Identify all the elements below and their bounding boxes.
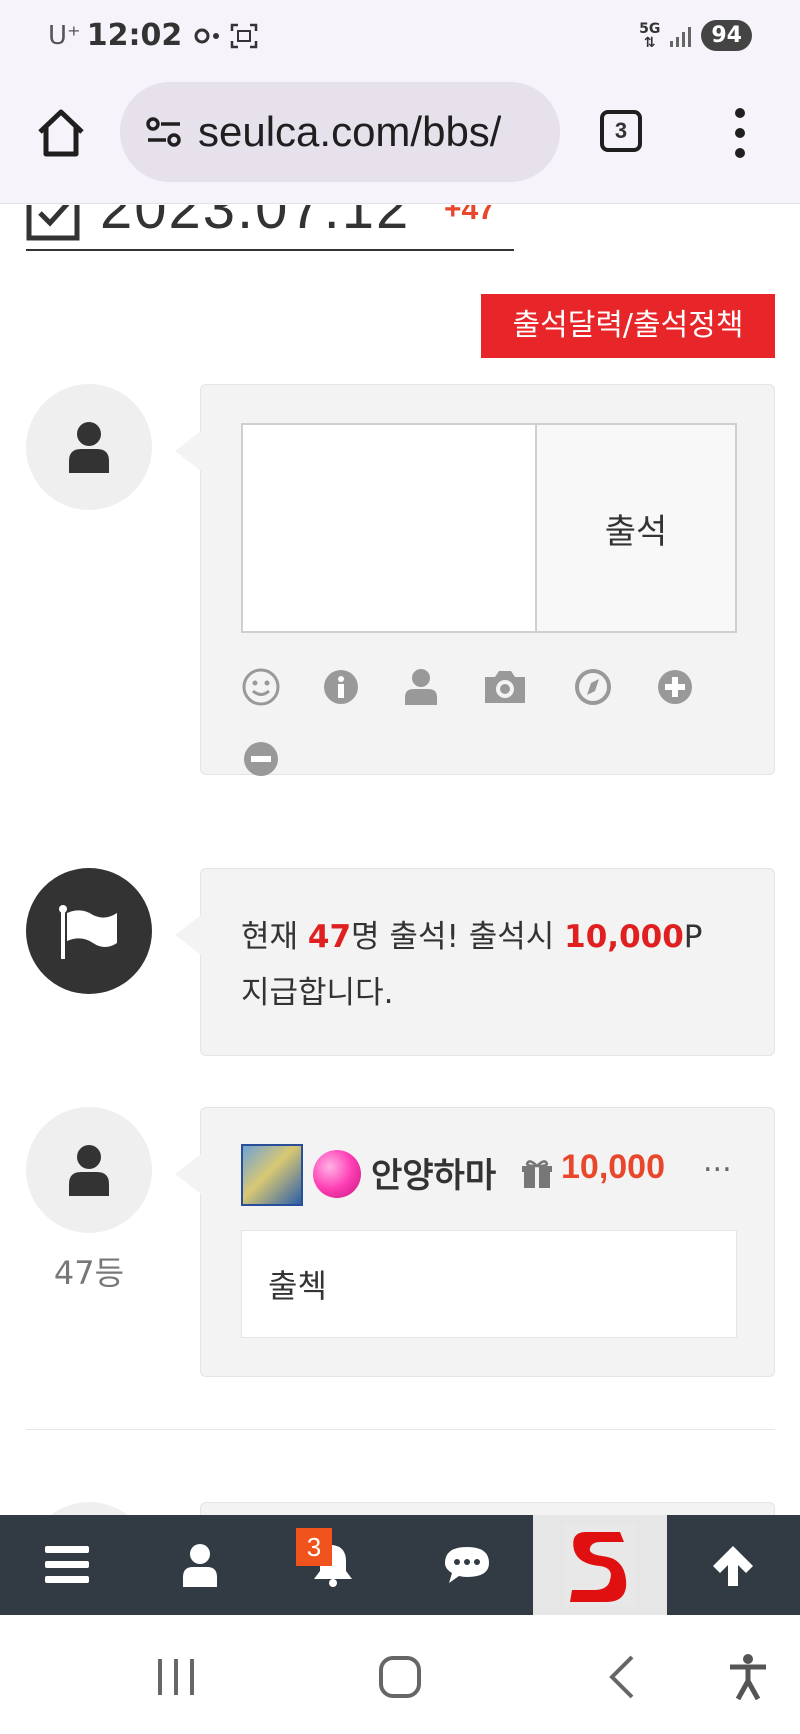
status-left: U⁺ 12:02 [48, 18, 258, 53]
checkbox-icon [26, 205, 80, 241]
user-icon [182, 1544, 217, 1587]
minus-circle-icon[interactable] [241, 739, 281, 779]
bottom-nav [0, 1515, 800, 1615]
compose-box: 출석 [241, 423, 737, 633]
notice-count: 47 [307, 919, 352, 955]
gift-icon [522, 1160, 552, 1188]
back-icon[interactable] [600, 1653, 648, 1701]
user-icon [69, 422, 109, 473]
tab-switcher-button[interactable]: 3 [600, 110, 642, 152]
url-text: seulca.com/bbs/ [198, 108, 502, 155]
flag-icon [59, 905, 117, 959]
recents-icon[interactable] [152, 1653, 200, 1701]
status-right: 5G ⇅ 94 [639, 20, 752, 51]
level-icon [313, 1150, 361, 1198]
clock: 12:02 [86, 18, 183, 53]
notice-text: 현재 47명 출석! 출석시 10,000P 지급합니다. [241, 909, 751, 1021]
chat-icon [444, 1547, 489, 1583]
site-settings-icon[interactable] [144, 112, 184, 152]
scroll-top-button[interactable] [667, 1515, 800, 1615]
site-logo-button[interactable] [533, 1515, 667, 1615]
user-icon [69, 1145, 109, 1196]
notice-points: 10,000 [564, 919, 684, 955]
site-logo [563, 1524, 636, 1606]
divider [26, 1429, 775, 1430]
notification-badge: 3 [296, 1528, 332, 1566]
notifications-button[interactable] [267, 1515, 400, 1615]
attendance-date: 2023.07.12 [100, 205, 411, 241]
notice-line2: 지급합니다. [241, 975, 394, 1011]
attendance-policy-button[interactable]: 출석달력/출석정책 [481, 294, 775, 358]
avatar [26, 1502, 152, 1515]
attendance-entry: 안양하마 10,000 ... 출첵 [175, 1107, 775, 1377]
list-item [200, 1502, 775, 1515]
link-icon [194, 28, 220, 43]
chat-button[interactable] [400, 1515, 533, 1615]
notice-middle: 명 출석! 출석시 [351, 919, 565, 955]
rank-label: 47등 [53, 1254, 125, 1292]
arrow-up-icon [713, 1546, 754, 1586]
browser-toolbar: seulca.com/bbs/ 3 [0, 76, 800, 204]
network-label: 5G [639, 20, 661, 37]
profile-button[interactable] [133, 1515, 266, 1615]
camera-icon[interactable] [483, 667, 527, 707]
info-icon[interactable] [321, 667, 361, 707]
home-icon[interactable] [34, 106, 88, 160]
attendance-date-header: 2023.07.12 +47 [26, 205, 514, 251]
more-options-button[interactable]: ... [703, 1144, 732, 1179]
attendance-notice: 현재 47명 출석! 출석시 10,000P 지급합니다. [175, 868, 775, 1056]
attendance-submit-button[interactable]: 출석 [537, 425, 735, 631]
notice-avatar [26, 868, 152, 994]
overflow-menu-icon[interactable] [732, 108, 748, 158]
signal-icon [670, 25, 692, 47]
attendance-compose-panel: 출석 [175, 384, 775, 776]
avatar [26, 1107, 152, 1233]
screenshot-icon [231, 23, 258, 48]
accessibility-icon[interactable] [724, 1653, 772, 1701]
compass-icon[interactable] [573, 667, 613, 707]
url-bar[interactable]: seulca.com/bbs/ [120, 82, 560, 182]
user-icon[interactable] [401, 667, 441, 707]
entry-header: 안양하마 10,000 ... [241, 1144, 741, 1206]
battery-indicator: 94 [701, 20, 752, 51]
menu-icon [44, 1546, 89, 1583]
home-nav-icon[interactable] [376, 1653, 424, 1701]
username[interactable]: 안양하마 [371, 1148, 496, 1197]
menu-button[interactable] [0, 1515, 133, 1615]
plus-circle-icon[interactable] [655, 667, 695, 707]
smile-icon[interactable] [241, 667, 281, 707]
entry-points: 10,000 [561, 1148, 665, 1186]
member-image [241, 1144, 303, 1206]
carrier-label: U⁺ [48, 20, 81, 51]
system-nav-bar [0, 1615, 800, 1734]
attendance-count-delta: +47 [444, 205, 495, 226]
status-bar: U⁺ 12:02 5G ⇅ 94 [0, 0, 800, 76]
entry-message: 출첵 [241, 1230, 737, 1338]
notice-suffix: P [683, 919, 703, 955]
network-icon: 5G ⇅ [639, 20, 661, 51]
attendance-message-input[interactable] [243, 425, 537, 631]
notice-prefix: 현재 [241, 919, 308, 955]
avatar [26, 384, 152, 510]
page-content: 2023.07.12 +47 출석달력/출석정책 출석 현재 47명 출석! 출… [0, 205, 800, 1515]
